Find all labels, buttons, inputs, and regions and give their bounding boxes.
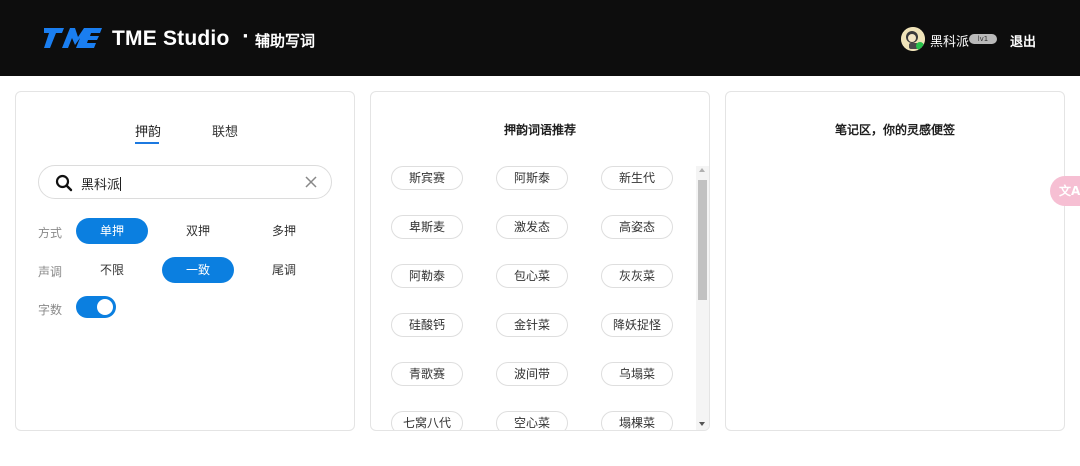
rhyme-word-chip[interactable]: 乌塌菜 — [601, 362, 673, 386]
clear-icon[interactable] — [304, 175, 318, 189]
rhyme-word-chip[interactable]: 空心菜 — [496, 411, 568, 430]
rhyme-word-chip[interactable]: 降妖捉怪 — [601, 313, 673, 337]
tme-logo-icon — [44, 28, 102, 48]
mode-option-double[interactable]: 双押 — [162, 218, 234, 244]
toggle-knob — [97, 299, 113, 315]
rhyme-word-chip[interactable]: 激发态 — [496, 215, 568, 239]
rhyme-word-chip[interactable]: 塌棵菜 — [601, 411, 673, 430]
rhyme-words-panel: 押韵词语推荐 斯宾赛 阿斯泰 新生代卑斯麦 激发态 高姿态阿勒泰 包心菜 灰灰菜硅酸钙 金针菜… — [370, 91, 710, 431]
rhyme-word-chip[interactable]: 高姿态 — [601, 215, 673, 239]
brand-separator: · — [242, 26, 249, 47]
avatar[interactable] — [901, 27, 925, 51]
word-count-label: 字数 — [38, 303, 63, 317]
rhyme-settings-panel: 押韵 联想 黑科派 方式 单押 双押 多押 声调 不限 一致 尾调 字数 — [15, 91, 355, 431]
tone-option-same[interactable]: 一致 — [162, 257, 234, 283]
rhyme-word-chip[interactable]: 硅酸钙 — [391, 313, 463, 337]
tone-option-any[interactable]: 不限 — [76, 257, 148, 283]
rhyme-word-chip[interactable]: 七窝八代 — [391, 411, 463, 430]
translate-button[interactable]: 文A — [1050, 176, 1080, 206]
notes-panel[interactable]: 笔记区，你的灵感便签 — [725, 91, 1065, 431]
brand-title: TME Studio — [112, 27, 230, 50]
logout-button[interactable]: 退出 — [1010, 31, 1036, 50]
rhyme-word-chip[interactable]: 阿勒泰 — [391, 264, 463, 288]
rhyme-word-chip[interactable]: 金针菜 — [496, 313, 568, 337]
search-field[interactable]: 黑科派 — [38, 165, 332, 199]
avatar-image — [901, 27, 925, 51]
rhyme-word-chip[interactable]: 阿斯泰 — [496, 166, 568, 190]
rhyme-word-chip[interactable]: 青歌赛 — [391, 362, 463, 386]
top-header: TME Studio · 辅助写词 黑科派 lv1 退出 — [0, 0, 1080, 76]
rhyme-words-title: 押韵词语推荐 — [503, 123, 576, 137]
mode-label: 方式 — [38, 226, 63, 240]
word-count-toggle[interactable] — [76, 296, 116, 318]
brand-subtitle: 辅助写词 — [255, 32, 316, 50]
scroll-down-arrow-icon[interactable] — [699, 422, 705, 426]
word-list-scrollbar[interactable] — [696, 166, 709, 430]
user-level-badge: lv1 — [969, 34, 997, 44]
scroll-thumb[interactable] — [698, 180, 707, 300]
tone-label: 声调 — [38, 265, 63, 279]
rhyme-word-chip[interactable]: 波间带 — [496, 362, 568, 386]
active-tab-indicator — [135, 142, 159, 144]
tab-association[interactable]: 联想 — [212, 121, 238, 140]
tone-option-final[interactable]: 尾调 — [248, 257, 320, 283]
rhyme-word-chip[interactable]: 灰灰菜 — [601, 264, 673, 288]
user-name[interactable]: 黑科派 — [930, 31, 969, 50]
rhyme-word-chip[interactable]: 新生代 — [601, 166, 673, 190]
tab-rhyme[interactable]: 押韵 — [135, 121, 161, 140]
notes-title: 笔记区，你的灵感便签 — [834, 123, 955, 137]
rhyme-word-chip[interactable]: 斯宾赛 — [391, 166, 463, 190]
translate-icon: 文A — [1059, 184, 1080, 198]
text-cursor — [120, 177, 122, 191]
rhyme-word-chip[interactable]: 卑斯麦 — [391, 215, 463, 239]
search-icon — [55, 174, 73, 192]
rhyme-word-chip[interactable]: 包心菜 — [496, 264, 568, 288]
scroll-up-arrow-icon[interactable] — [699, 168, 705, 172]
mode-option-single[interactable]: 单押 — [76, 218, 148, 244]
mode-option-multi[interactable]: 多押 — [248, 218, 320, 244]
search-input-value[interactable]: 黑科派 — [81, 174, 122, 193]
